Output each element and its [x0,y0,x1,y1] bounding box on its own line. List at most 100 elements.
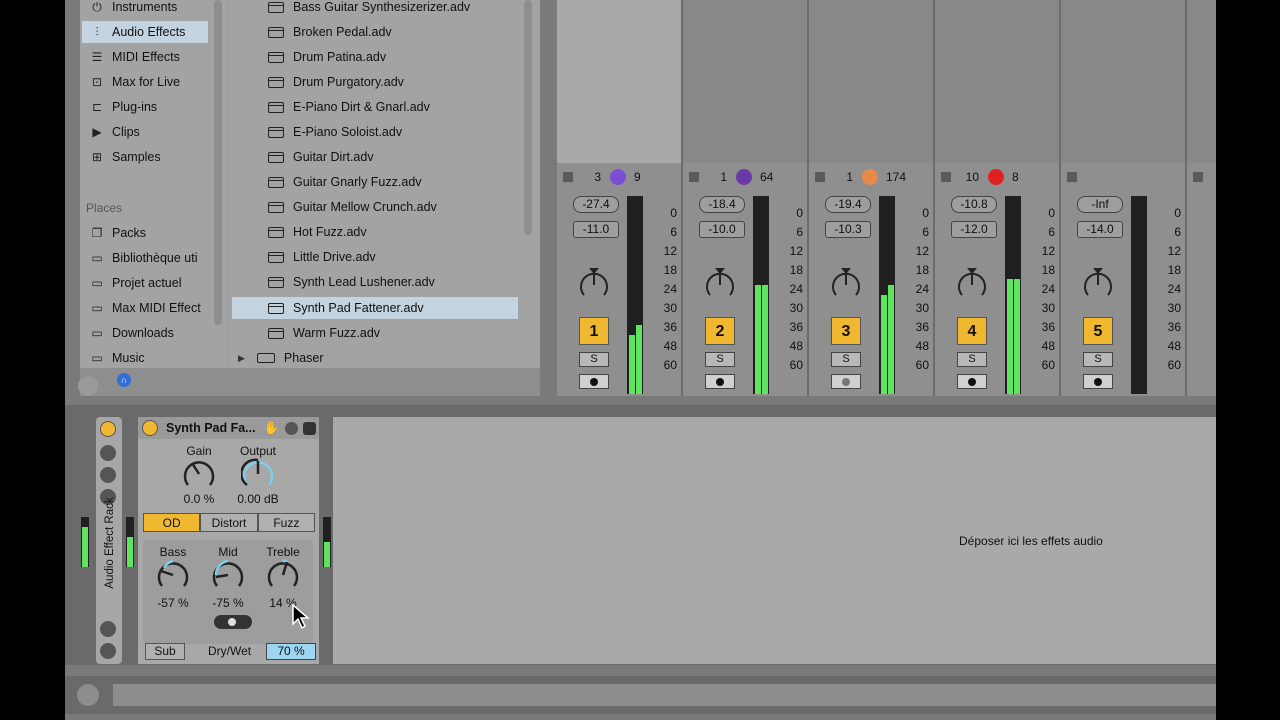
peak-value[interactable]: -10.8 [951,196,997,213]
send-a-value[interactable]: 1 [699,170,727,184]
file-item[interactable]: Drum Patina.adv [232,46,518,68]
audio-effect-rack[interactable]: Audio Effect Rack [96,417,122,664]
send-knob-icon[interactable] [610,168,626,185]
headphones-icon[interactable]: ∩ [117,373,131,387]
arm-button[interactable] [705,374,735,389]
pan-knob[interactable] [1081,268,1115,302]
effects-drop-zone[interactable]: Déposer ici les effets audio [333,417,1216,664]
send-a-value[interactable]: 3 [573,170,601,184]
clip-slot[interactable] [809,0,933,163]
file-item[interactable]: Guitar Mellow Crunch.adv [232,196,518,218]
stop-icon[interactable] [563,171,573,182]
file-list-scrollbar[interactable] [524,0,532,235]
place-current-project[interactable]: ▭ Projet actuel [82,272,208,294]
category-clips[interactable]: ▶ Clips [82,121,208,143]
pan-knob[interactable] [703,268,737,302]
macro-icon[interactable] [100,445,116,461]
file-item[interactable]: Synth Lead Lushener.adv [232,271,518,293]
category-samples[interactable]: ⊞ Samples [82,146,208,168]
place-packs[interactable]: ❐ Packs [82,222,208,244]
stop-icon[interactable] [689,171,699,182]
peak-value[interactable]: -Inf [1077,196,1123,213]
rack-power-icon[interactable] [100,421,116,437]
category-midi-effects[interactable]: ☰ MIDI Effects [82,46,208,68]
device-header[interactable]: Synth Pad Fa... ✋ [138,417,319,439]
category-plug-ins[interactable]: ⊏ Plug-ins [82,96,208,118]
send-knob-icon[interactable] [736,168,752,185]
file-item[interactable]: Guitar Gnarly Fuzz.adv [232,171,518,193]
category-audio-effects[interactable]: ⫶ Audio Effects [82,21,208,43]
tab-distort[interactable]: Distort [200,513,258,532]
stop-icon[interactable] [1067,171,1077,182]
device-power-icon[interactable] [142,420,158,436]
disclosure-triangle-icon[interactable]: ▶ [238,353,245,364]
track-activator-button[interactable]: 4 [957,317,987,345]
send-b-value[interactable]: 64 [760,170,773,184]
file-item-selected[interactable]: Synth Pad Fattener.adv [232,297,518,319]
play-icon[interactable] [77,684,99,706]
pan-knob[interactable] [829,268,863,302]
hot-swap-icon[interactable] [100,621,116,637]
send-b-value[interactable]: 9 [634,170,641,184]
peak-value[interactable]: -18.4 [699,196,745,213]
volume-field[interactable]: -10.0 [699,221,745,238]
categories-scrollbar[interactable] [214,0,222,325]
track-activator-button[interactable]: 5 [1083,317,1113,345]
clip-slot[interactable] [1061,0,1185,163]
file-item[interactable]: Broken Pedal.adv [232,21,518,43]
send-b-value[interactable]: 8 [1012,170,1019,184]
tab-od[interactable]: OD [143,513,201,532]
level-meter[interactable] [1131,196,1147,394]
volume-field[interactable]: -10.3 [825,221,871,238]
track-activator-button[interactable]: 3 [831,317,861,345]
treble-knob[interactable] [266,558,300,592]
send-b-value[interactable]: 174 [886,170,906,184]
category-max-for-live[interactable]: ⊡ Max for Live [82,71,208,93]
file-item[interactable]: E-Piano Soloist.adv [232,121,518,143]
output-knob[interactable] [241,457,275,491]
level-meter[interactable] [627,196,643,394]
file-item[interactable]: Guitar Dirt.adv [232,146,518,168]
place-music[interactable]: ▭ Music [82,347,208,368]
place-user-library[interactable]: ▭ Bibliothèque uti [82,247,208,269]
track-activator-button[interactable]: 2 [705,317,735,345]
folder-item[interactable]: ▶ Phaser [232,347,518,368]
sub-button[interactable]: Sub [145,643,185,660]
send-a-value[interactable]: 10 [951,170,979,184]
peak-value[interactable]: -27.4 [573,196,619,213]
mid-knob[interactable] [211,558,245,592]
monitor-button[interactable] [1083,374,1113,389]
pan-knob[interactable] [955,268,989,302]
place-downloads[interactable]: ▭ Downloads [82,322,208,344]
save-icon[interactable] [302,421,316,435]
category-instruments[interactable]: ⏻ Instruments [82,0,208,18]
volume-field[interactable]: -11.0 [573,221,619,238]
solo-button[interactable]: S [831,352,861,367]
track-activator-button[interactable]: 1 [579,317,609,345]
send-knob-icon[interactable] [988,168,1004,185]
clip-slot[interactable] [935,0,1059,163]
solo-button[interactable]: S [705,352,735,367]
volume-field[interactable]: -14.0 [1077,221,1123,238]
file-item[interactable]: Little Drive.adv [232,246,518,268]
file-item[interactable]: Warm Fuzz.adv [232,322,518,344]
chain-list-icon[interactable] [100,467,116,483]
file-item[interactable]: Drum Purgatory.adv [232,71,518,93]
arm-button[interactable] [957,374,987,389]
volume-field[interactable]: -12.0 [951,221,997,238]
level-meter[interactable] [1005,196,1021,394]
send-a-value[interactable]: 1 [825,170,853,184]
bass-knob[interactable] [156,558,190,592]
level-meter[interactable] [753,196,769,394]
tab-fuzz[interactable]: Fuzz [257,513,315,532]
hot-swap-icon[interactable] [284,421,298,435]
arm-button[interactable] [579,374,609,389]
hand-icon[interactable]: ✋ [264,420,280,436]
place-max-midi-effect[interactable]: ▭ Max MIDI Effect [82,297,208,319]
file-item[interactable]: Hot Fuzz.adv [232,221,518,243]
level-meter[interactable] [879,196,895,394]
stop-icon[interactable] [1193,171,1203,182]
solo-button[interactable]: S [1083,352,1113,367]
stop-icon[interactable] [941,171,951,182]
clip-slot[interactable] [683,0,807,163]
